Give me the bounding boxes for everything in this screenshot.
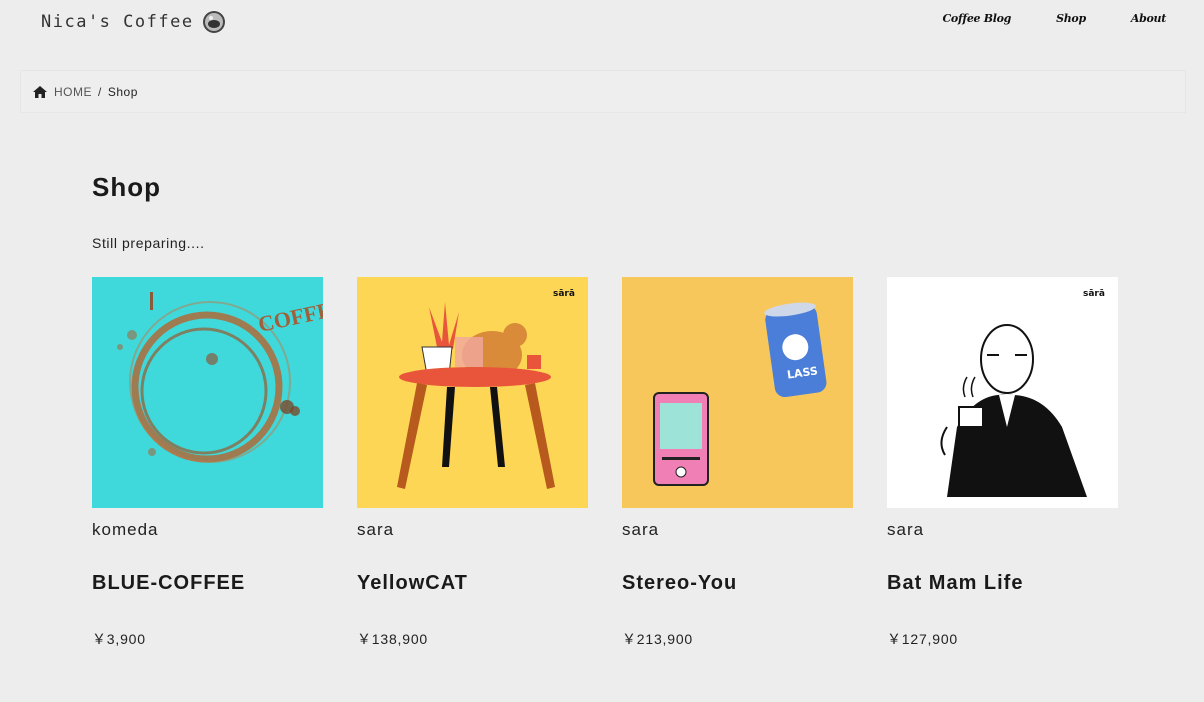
logo-text: Nica's Coffee	[41, 12, 194, 32]
product-card-stereo-you[interactable]: LASS sara Stereo-You ￥213,900	[622, 277, 853, 649]
image-label: sārā	[1083, 289, 1105, 299]
product-price: ￥127,900	[887, 631, 959, 647]
product-seller[interactable]: komeda	[92, 520, 323, 540]
product-name[interactable]: YellowCAT	[357, 572, 588, 595]
product-name[interactable]: BLUE-COFFEE	[92, 572, 323, 595]
breadcrumb-current: Shop	[107, 84, 138, 99]
product-image-yellowcat[interactable]: sārā	[357, 277, 588, 508]
breadcrumb-separator: /	[98, 84, 102, 99]
product-price: ￥213,900	[622, 631, 694, 647]
page-title: Shop	[92, 172, 161, 202]
image-label: sārā	[553, 289, 575, 299]
nav-about[interactable]: About	[1131, 12, 1166, 25]
product-image-stereo-you[interactable]: LASS	[622, 277, 853, 508]
product-card-bat-mam-life[interactable]: sārā sara Bat Mam Life ￥127,900	[887, 277, 1118, 649]
product-grid: COFFEE komeda BLUE-COFFEE ￥3,900 sārā sa…	[92, 277, 1118, 649]
home-icon	[33, 85, 47, 98]
product-image-blue-coffee[interactable]: COFFEE	[92, 277, 323, 508]
product-card-yellowcat[interactable]: sārā sara YellowCAT ￥138,900	[357, 277, 588, 649]
product-seller[interactable]: sara	[887, 520, 1118, 540]
product-price: ￥3,900	[92, 631, 146, 647]
coffee-globe-icon	[202, 11, 225, 33]
breadcrumb: HOME / Shop	[20, 70, 1186, 113]
image-background	[357, 277, 588, 508]
product-image-bat-mam-life[interactable]: sārā	[887, 277, 1118, 508]
breadcrumb-home-link[interactable]: HOME	[33, 85, 92, 99]
product-name[interactable]: Stereo-You	[622, 572, 853, 595]
intro-text: Still preparing....	[92, 235, 205, 251]
product-seller[interactable]: sara	[622, 520, 853, 540]
breadcrumb-home-label: HOME	[54, 84, 92, 99]
site-logo[interactable]: Nica's Coffee	[41, 10, 226, 34]
product-card-blue-coffee[interactable]: COFFEE komeda BLUE-COFFEE ￥3,900	[92, 277, 323, 649]
product-price: ￥138,900	[357, 631, 429, 647]
product-name[interactable]: Bat Mam Life	[887, 572, 1118, 595]
main-nav: Coffee Blog Shop About	[897, 12, 1166, 25]
product-seller[interactable]: sara	[357, 520, 588, 540]
nav-shop[interactable]: Shop	[1056, 12, 1086, 25]
nav-coffee-blog[interactable]: Coffee Blog	[942, 12, 1011, 25]
